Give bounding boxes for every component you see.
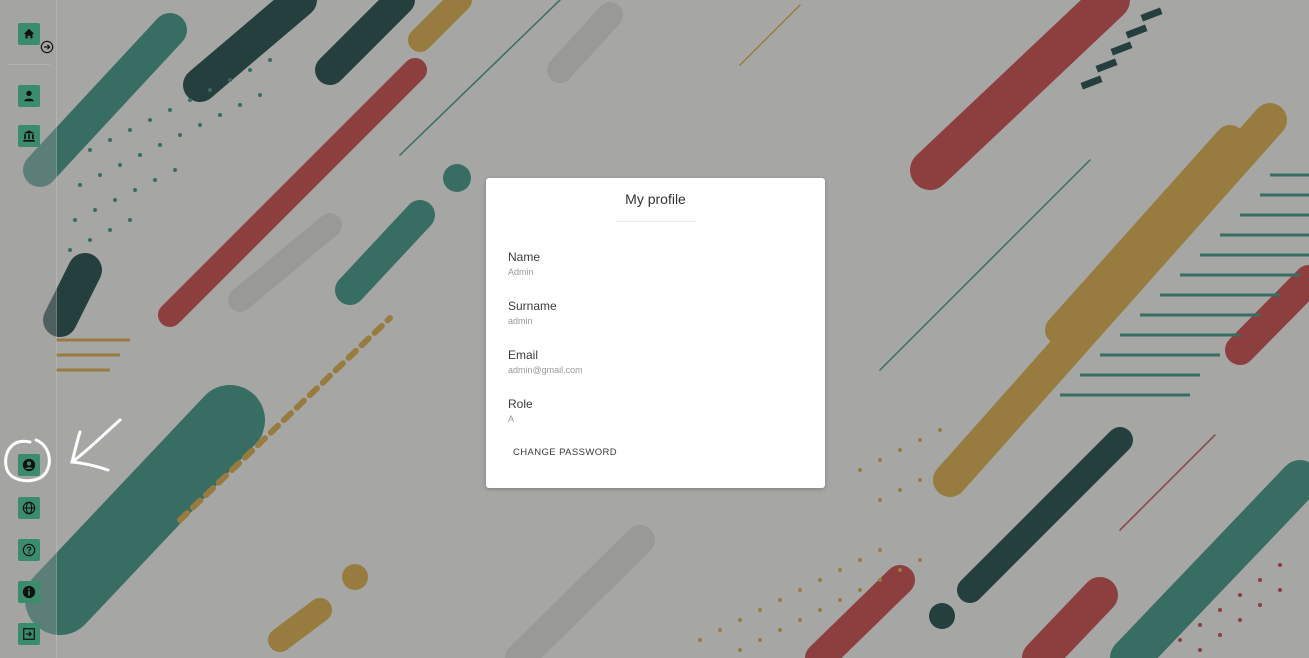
field-value: admin — [508, 316, 533, 326]
field-label: Email — [508, 348, 539, 362]
field-value: Admin — [508, 267, 534, 277]
sidebar-item-info[interactable] — [18, 581, 40, 603]
sidebar-item-language[interactable] — [18, 497, 40, 519]
bank-icon — [23, 130, 35, 142]
page-title: My profile — [625, 191, 686, 207]
user-icon — [24, 90, 34, 102]
user-circle-icon — [22, 458, 36, 472]
sign-out-icon — [23, 628, 35, 640]
sidebar — [0, 0, 57, 658]
field-name: Name Admin — [508, 250, 540, 278]
sidebar-divider — [8, 64, 50, 65]
title-divider — [616, 221, 696, 222]
info-circle-icon — [22, 585, 36, 599]
field-label: Surname — [508, 299, 557, 313]
field-role: Role A — [508, 397, 533, 425]
home-icon — [23, 28, 35, 39]
field-label: Role — [508, 397, 533, 411]
sidebar-item-institution[interactable] — [18, 125, 40, 147]
sidebar-item-users[interactable] — [18, 85, 40, 107]
home-button[interactable] — [18, 23, 40, 45]
field-value: A — [508, 414, 515, 424]
question-circle-icon — [22, 543, 36, 557]
change-password-button[interactable]: CHANGE PASSWORD — [508, 444, 622, 461]
sidebar-item-logout[interactable] — [18, 623, 40, 645]
arrow-right-circle-icon[interactable] — [40, 40, 54, 54]
field-label: Name — [508, 250, 541, 264]
field-value: admin@gmail.com — [508, 365, 583, 375]
sidebar-item-profile[interactable] — [18, 454, 40, 476]
app-root: My profile Name Admin Surname admin Emai… — [0, 0, 1309, 658]
globe-icon — [22, 501, 36, 515]
sidebar-item-help[interactable] — [18, 539, 40, 561]
profile-card: My profile Name Admin Surname admin Emai… — [486, 178, 825, 488]
field-surname: Surname admin — [508, 299, 557, 327]
field-email: Email admin@gmail.com — [508, 348, 583, 376]
